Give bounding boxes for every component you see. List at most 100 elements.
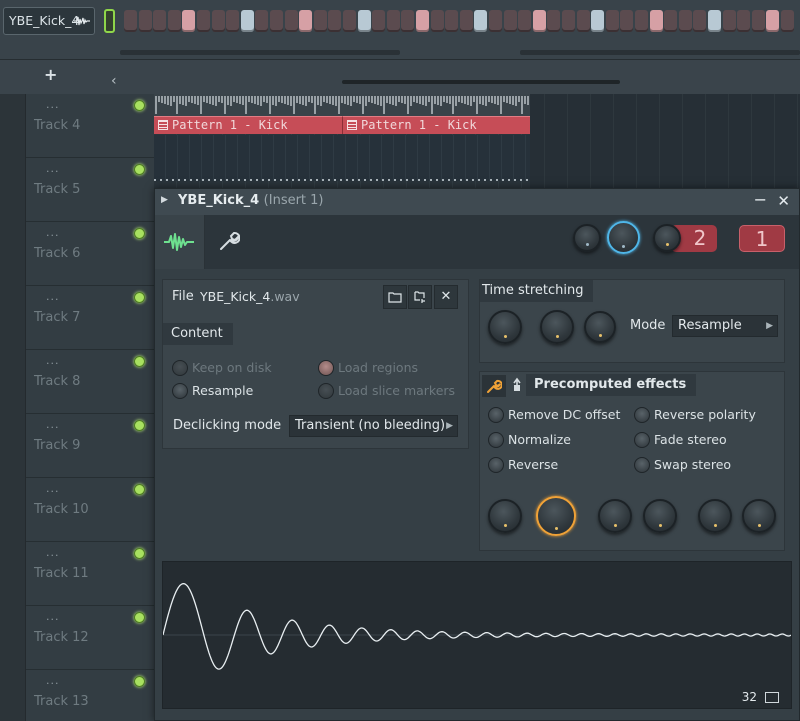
stretch-multiplier-knob[interactable] bbox=[540, 310, 574, 344]
step-button[interactable] bbox=[474, 10, 488, 32]
pan-knob[interactable] bbox=[607, 221, 640, 254]
track-mute-led[interactable] bbox=[134, 484, 145, 495]
step-button[interactable] bbox=[313, 10, 327, 32]
keep-on-disk-option[interactable]: Keep on disk bbox=[172, 360, 272, 376]
declicking-mode-select[interactable]: Transient (no bleeding) ▶ bbox=[289, 415, 458, 437]
target-track-selector[interactable]: 1 bbox=[739, 225, 785, 252]
normalize-option[interactable]: Normalize bbox=[488, 432, 571, 448]
step-button[interactable] bbox=[708, 10, 721, 32]
track-mute-led[interactable] bbox=[134, 420, 145, 431]
wrench-tab[interactable] bbox=[205, 215, 255, 269]
trim-knob[interactable] bbox=[598, 499, 632, 533]
step-button[interactable] bbox=[182, 10, 196, 32]
pattern-clip[interactable]: Pattern 1 - Kick bbox=[154, 116, 342, 134]
step-button[interactable] bbox=[124, 10, 137, 32]
in-knob[interactable] bbox=[488, 499, 522, 533]
track-row[interactable]: ... Track 10 bbox=[26, 478, 154, 542]
track-row[interactable]: ... Track 6 bbox=[26, 222, 154, 286]
step-button[interactable] bbox=[459, 10, 473, 32]
pitch-knob[interactable] bbox=[653, 224, 681, 252]
channel-select-led[interactable] bbox=[104, 9, 115, 33]
reverse-polarity-option[interactable]: Reverse polarity bbox=[634, 407, 756, 423]
track-row[interactable]: ... Track 13 bbox=[26, 670, 154, 721]
track-grip[interactable]: ... bbox=[46, 674, 60, 687]
step-button[interactable] bbox=[343, 10, 356, 32]
step-button[interactable] bbox=[211, 10, 225, 32]
step-button[interactable] bbox=[372, 10, 386, 32]
track-mute-led[interactable] bbox=[134, 676, 145, 687]
step-button[interactable] bbox=[489, 10, 502, 32]
step-button[interactable] bbox=[751, 10, 765, 32]
step-button[interactable] bbox=[255, 10, 269, 32]
track-grip[interactable]: ... bbox=[46, 226, 60, 239]
out-knob[interactable] bbox=[536, 496, 576, 536]
stretch-mode-select[interactable]: Resample ▶ bbox=[672, 315, 778, 337]
step-button[interactable] bbox=[240, 10, 254, 32]
step-button[interactable] bbox=[562, 10, 575, 32]
step-button[interactable] bbox=[781, 10, 794, 32]
step-button[interactable] bbox=[722, 10, 736, 32]
step-button[interactable] bbox=[430, 10, 444, 32]
step-button[interactable] bbox=[532, 10, 546, 32]
resample-option[interactable]: Resample bbox=[172, 383, 253, 399]
stretch-pitch-knob[interactable] bbox=[488, 310, 522, 344]
step-button[interactable] bbox=[197, 10, 210, 32]
volume-knob[interactable] bbox=[573, 224, 601, 252]
track-row[interactable]: ... Track 12 bbox=[26, 606, 154, 670]
track-grip[interactable]: ... bbox=[46, 546, 60, 559]
fit-view-icon[interactable] bbox=[765, 692, 779, 703]
step-button[interactable] bbox=[678, 10, 692, 32]
step-button[interactable] bbox=[401, 10, 415, 32]
step-button[interactable] bbox=[766, 10, 780, 32]
track-row[interactable]: ... Track 11 bbox=[26, 542, 154, 606]
fade-stereo-option[interactable]: Fade stereo bbox=[634, 432, 727, 448]
track-grip[interactable]: ... bbox=[46, 610, 60, 623]
step-button[interactable] bbox=[445, 10, 459, 32]
remove-dc-offset-option[interactable]: Remove DC offset bbox=[488, 407, 620, 423]
precomputed-arrow-icon[interactable] bbox=[512, 377, 522, 393]
close-icon[interactable]: ✕ bbox=[777, 192, 790, 210]
track-grip[interactable]: ... bbox=[46, 98, 60, 111]
step-button[interactable] bbox=[547, 10, 561, 32]
reverse-option[interactable]: Reverse bbox=[488, 457, 558, 473]
sample-waveform-display[interactable]: 32 bbox=[162, 561, 792, 709]
track-grip[interactable]: ... bbox=[46, 418, 60, 431]
minimize-icon[interactable]: − bbox=[754, 190, 767, 209]
track-mute-led[interactable] bbox=[134, 548, 145, 559]
track-row[interactable]: ... Track 4 bbox=[26, 94, 154, 158]
step-button[interactable] bbox=[693, 10, 707, 32]
track-grip[interactable]: ... bbox=[46, 354, 60, 367]
window-titlebar[interactable]: ▶ YBE_Kick_4 (Insert 1) − ✕ bbox=[155, 189, 799, 215]
crossfade-knob[interactable] bbox=[643, 499, 677, 533]
window-menu-triangle-icon[interactable]: ▶ bbox=[161, 195, 168, 205]
track-row[interactable]: ... Track 9 bbox=[26, 414, 154, 478]
step-button[interactable] bbox=[649, 10, 663, 32]
step-button[interactable] bbox=[386, 10, 400, 32]
step-button[interactable] bbox=[576, 10, 590, 32]
step-button[interactable] bbox=[664, 10, 678, 32]
step-button[interactable] bbox=[284, 10, 298, 32]
channel-name-button[interactable]: YBE_Kick_4 bbox=[3, 7, 95, 35]
fade-out-knob[interactable] bbox=[742, 499, 776, 533]
playlist-scrollbar[interactable] bbox=[342, 80, 620, 84]
step-button[interactable] bbox=[503, 10, 517, 32]
step-button[interactable] bbox=[167, 10, 181, 32]
track-row[interactable]: ... Track 7 bbox=[26, 286, 154, 350]
track-row[interactable]: ... Track 8 bbox=[26, 350, 154, 414]
plus-icon[interactable]: + bbox=[44, 65, 57, 84]
audio-clip-waveform[interactable] bbox=[154, 94, 530, 116]
close-icon[interactable]: ✕ bbox=[434, 285, 458, 309]
fade-in-knob[interactable] bbox=[698, 499, 732, 533]
step-button[interactable] bbox=[328, 10, 342, 32]
track-grip[interactable]: ... bbox=[46, 162, 60, 175]
step-button[interactable] bbox=[620, 10, 634, 32]
folder-locate-icon[interactable] bbox=[408, 285, 432, 309]
step-button[interactable] bbox=[518, 10, 532, 32]
step-button[interactable] bbox=[635, 10, 648, 32]
sample-tab[interactable] bbox=[155, 215, 205, 269]
step-button[interactable] bbox=[737, 10, 751, 32]
track-mute-led[interactable] bbox=[134, 292, 145, 303]
folder-icon[interactable] bbox=[383, 285, 407, 309]
chevron-left-icon[interactable]: ‹ bbox=[111, 73, 117, 89]
track-grip[interactable]: ... bbox=[46, 482, 60, 495]
